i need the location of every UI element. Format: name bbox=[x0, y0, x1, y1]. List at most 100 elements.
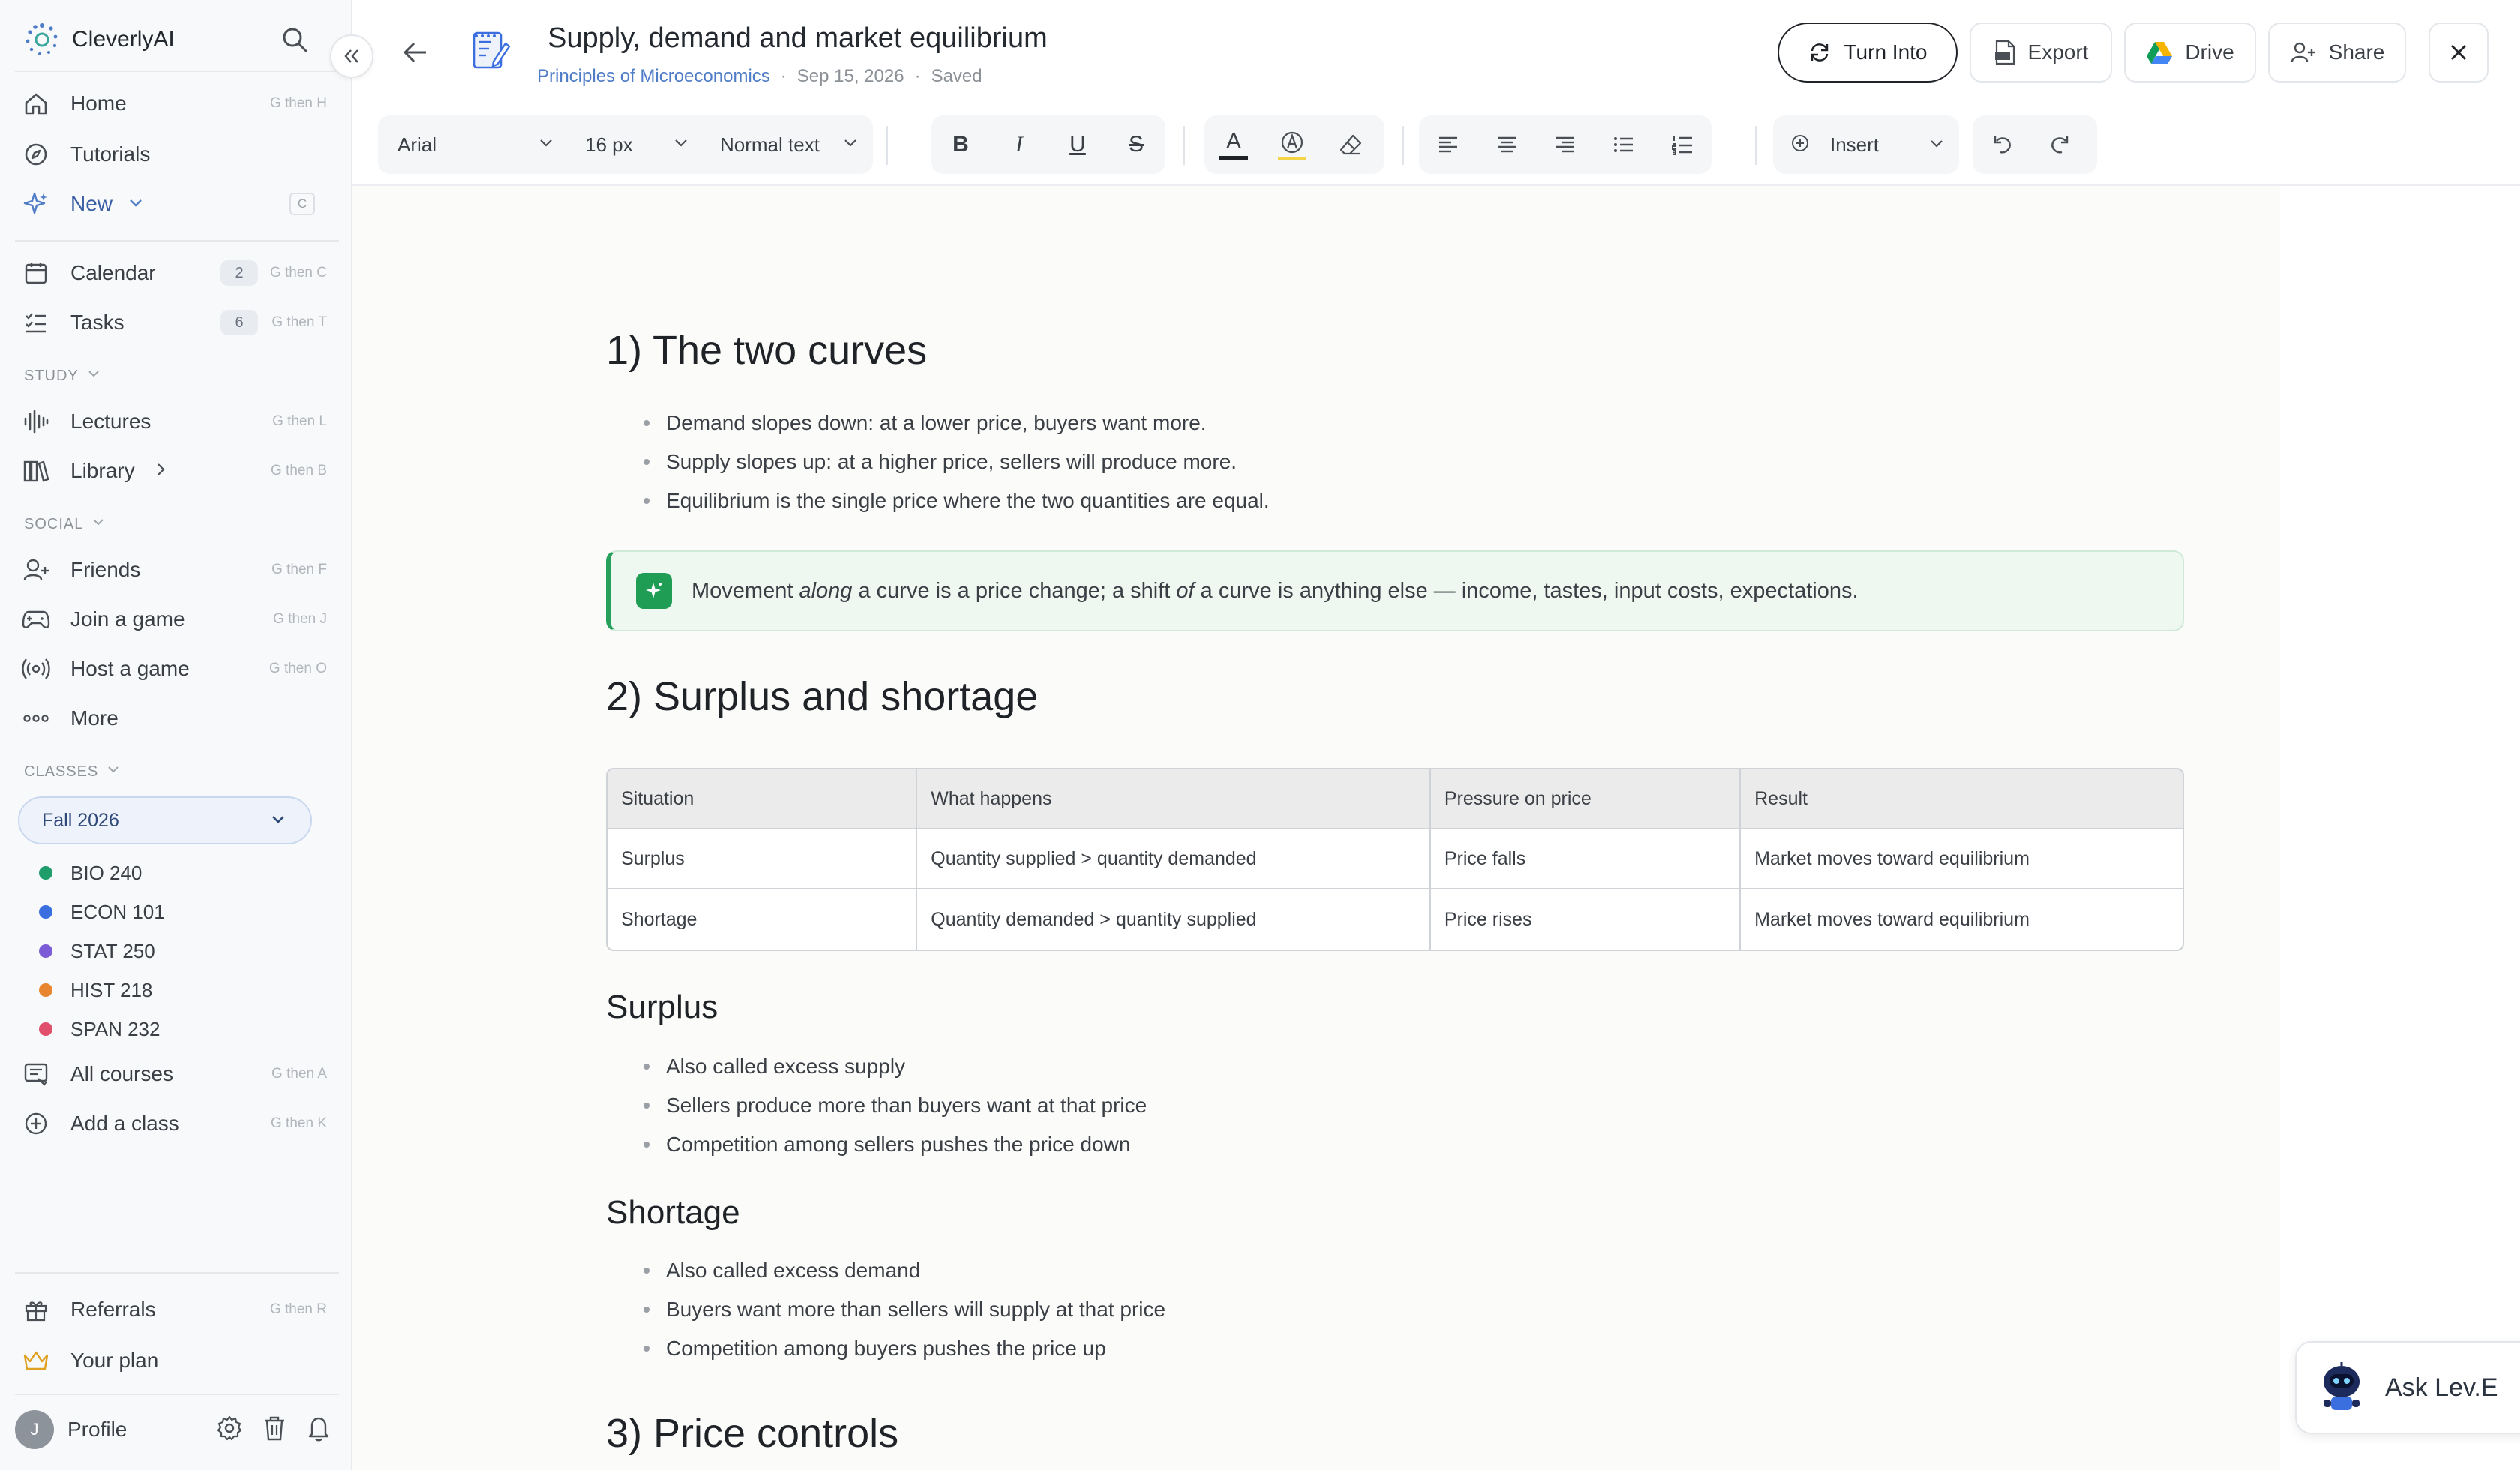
turn-into-button[interactable]: Turn Into bbox=[1778, 22, 1958, 82]
align-left-button[interactable] bbox=[1419, 116, 1478, 174]
table-cell[interactable]: Market moves toward equilibrium bbox=[1741, 890, 2182, 950]
class-color-dot bbox=[39, 1022, 52, 1036]
align-center-button[interactable] bbox=[1478, 116, 1536, 174]
social-section-toggle[interactable]: SOCIAL bbox=[24, 514, 106, 534]
profile[interactable]: J Profile bbox=[15, 1408, 339, 1450]
section-heading[interactable]: 3) Price controls bbox=[606, 1410, 898, 1456]
document-title[interactable]: Supply, demand and market equilibrium bbox=[548, 22, 1048, 55]
bell-icon[interactable] bbox=[306, 1414, 332, 1445]
nav-library[interactable]: Library G then B bbox=[15, 448, 339, 494]
table-header-cell[interactable]: What happens bbox=[917, 770, 1431, 830]
social-heading: SOCIAL bbox=[24, 515, 84, 532]
export-button[interactable]: Export bbox=[1970, 22, 2112, 82]
text-color-button[interactable]: A bbox=[1204, 116, 1263, 174]
course-link[interactable]: Principles of Microeconomics bbox=[537, 66, 770, 87]
bold-button[interactable]: B bbox=[932, 116, 990, 174]
class-item[interactable]: ECON 101 bbox=[39, 896, 165, 928]
ask-assistant-button[interactable]: Ask Lev.E bbox=[2295, 1341, 2520, 1434]
table-header-cell[interactable]: Situation bbox=[608, 770, 918, 830]
undo-button[interactable] bbox=[1972, 116, 2031, 174]
table-cell[interactable]: Quantity supplied > quantity demanded bbox=[917, 830, 1431, 890]
highlight-color-button[interactable] bbox=[1263, 116, 1322, 174]
meta-separator: · bbox=[780, 66, 787, 86]
share-button[interactable]: Share bbox=[2268, 22, 2406, 82]
bullet-list-button[interactable] bbox=[1594, 116, 1653, 174]
tip-callout[interactable]: Movement along a curve is a price change… bbox=[606, 550, 2184, 632]
nav-calendar[interactable]: Calendar 2 G then C bbox=[15, 250, 339, 296]
class-label: SPAN 232 bbox=[70, 1017, 160, 1040]
numbered-list-button[interactable] bbox=[1653, 116, 1712, 174]
nav-join-game[interactable]: Join a game G then J bbox=[15, 597, 339, 642]
nav-tutorials[interactable]: Tutorials bbox=[15, 132, 339, 177]
settings-gear-icon[interactable] bbox=[216, 1414, 243, 1445]
list-item[interactable]: Also called excess supply bbox=[644, 1047, 1147, 1086]
nav-all-courses-label: All courses bbox=[70, 1062, 173, 1085]
strikethrough-button[interactable]: S bbox=[1107, 116, 1166, 174]
nav-tasks[interactable]: Tasks 6 G then T bbox=[15, 300, 339, 345]
font-size-select[interactable]: 16 px bbox=[566, 134, 700, 157]
brand[interactable]: CleverlyAI bbox=[24, 18, 175, 62]
table-cell[interactable]: Surplus bbox=[608, 830, 918, 890]
list-item[interactable]: Demand slopes down: at a lower price, bu… bbox=[644, 404, 1270, 442]
comparison-table[interactable]: Situation What happens Pressure on price… bbox=[606, 768, 2184, 951]
classes-section-toggle[interactable]: CLASSES bbox=[24, 762, 121, 782]
collapse-sidebar-button[interactable] bbox=[330, 34, 374, 78]
list-item[interactable]: Equilibrium is the single price where th… bbox=[644, 482, 1270, 520]
nav-lectures[interactable]: Lectures G then L bbox=[15, 399, 339, 444]
nav-friends[interactable]: Friends G then F bbox=[15, 548, 339, 592]
subsection-heading[interactable]: Shortage bbox=[606, 1194, 740, 1232]
bullet-list[interactable]: Also called excess demand Buyers want mo… bbox=[644, 1251, 1166, 1368]
crown-icon bbox=[15, 1349, 57, 1372]
drive-button[interactable]: Drive bbox=[2124, 22, 2256, 82]
section-heading[interactable]: 1) The two curves bbox=[606, 327, 927, 374]
class-item[interactable]: BIO 240 bbox=[39, 856, 142, 890]
class-item[interactable]: STAT 250 bbox=[39, 934, 155, 968]
calendar-count-badge: 2 bbox=[220, 260, 258, 286]
list-item[interactable]: Competition among buyers pushes the pric… bbox=[644, 1329, 1166, 1368]
nav-add-class-shortcut: G then K bbox=[271, 1115, 327, 1131]
close-icon bbox=[2451, 45, 2466, 60]
nav-referrals[interactable]: Referrals G then R bbox=[15, 1287, 339, 1332]
nav-home[interactable]: Home G then H bbox=[15, 81, 339, 126]
nav-more[interactable]: More bbox=[15, 696, 339, 741]
italic-button[interactable]: I bbox=[990, 116, 1048, 174]
list-item[interactable]: Also called excess demand bbox=[644, 1251, 1166, 1290]
align-right-button[interactable] bbox=[1536, 116, 1594, 174]
underline-button[interactable]: U bbox=[1048, 116, 1107, 174]
nav-add-class[interactable]: Add a class G then K bbox=[15, 1101, 339, 1146]
font-family-select[interactable]: Arial bbox=[378, 134, 566, 157]
table-header-cell[interactable]: Result bbox=[1741, 770, 2182, 830]
redo-button[interactable] bbox=[2031, 116, 2090, 174]
nav-join-game-shortcut: G then J bbox=[273, 611, 327, 627]
subsection-heading[interactable]: Surplus bbox=[606, 988, 718, 1026]
nav-all-courses[interactable]: All courses G then A bbox=[15, 1052, 339, 1096]
close-button[interactable] bbox=[2428, 22, 2488, 82]
text-color-swatch bbox=[1220, 155, 1248, 160]
nav-new[interactable]: New C bbox=[15, 182, 339, 226]
nav-host-game[interactable]: Host a game G then O bbox=[15, 646, 339, 692]
paragraph-style-select[interactable]: Normal text bbox=[700, 134, 873, 157]
list-item[interactable]: Buyers want more than sellers will suppl… bbox=[644, 1290, 1166, 1329]
section-heading[interactable]: 2) Surplus and shortage bbox=[606, 674, 1038, 720]
bullet-list[interactable]: Also called excess supply Sellers produc… bbox=[644, 1047, 1147, 1164]
list-item[interactable]: Sellers produce more than buyers want at… bbox=[644, 1086, 1147, 1125]
study-section-toggle[interactable]: STUDY bbox=[24, 366, 101, 386]
table-header-cell[interactable]: Pressure on price bbox=[1430, 770, 1742, 830]
insert-group[interactable]: Insert bbox=[1773, 116, 1959, 174]
table-cell[interactable]: Price falls bbox=[1430, 830, 1742, 890]
class-item[interactable]: HIST 218 bbox=[39, 974, 152, 1006]
table-cell[interactable]: Quantity demanded > quantity supplied bbox=[917, 890, 1431, 950]
search-button[interactable] bbox=[279, 24, 310, 56]
back-button[interactable] bbox=[398, 34, 434, 70]
bullet-list[interactable]: Demand slopes down: at a lower price, bu… bbox=[644, 404, 1270, 520]
term-select[interactable]: Fall 2026 bbox=[18, 796, 312, 844]
list-item[interactable]: Supply slopes up: at a higher price, sel… bbox=[644, 442, 1270, 482]
table-cell[interactable]: Price rises bbox=[1431, 890, 1742, 950]
nav-your-plan[interactable]: Your plan bbox=[15, 1338, 339, 1383]
list-item[interactable]: Competition among sellers pushes the pri… bbox=[644, 1125, 1147, 1164]
class-item[interactable]: SPAN 232 bbox=[39, 1012, 160, 1046]
trash-icon[interactable] bbox=[262, 1414, 286, 1445]
clear-format-button[interactable] bbox=[1322, 116, 1380, 174]
table-cell[interactable]: Shortage bbox=[608, 890, 918, 950]
table-cell[interactable]: Market moves toward equilibrium bbox=[1741, 830, 2182, 890]
